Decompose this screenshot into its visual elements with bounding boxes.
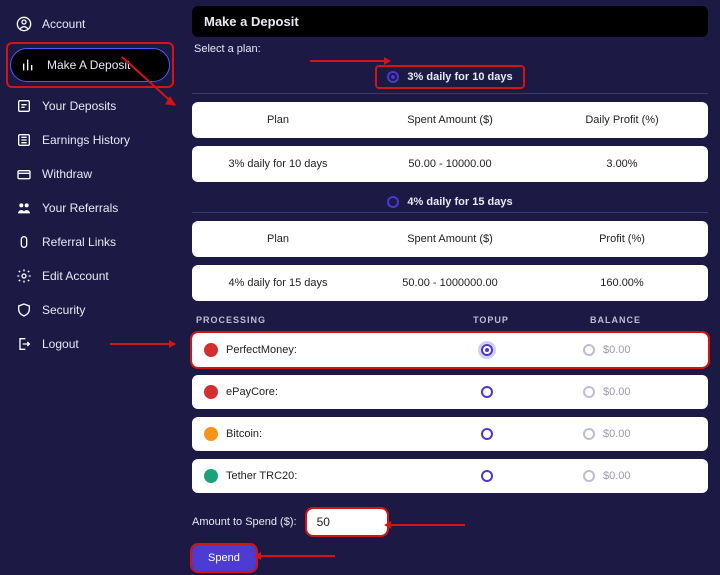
processor-balance: $0.00 xyxy=(603,470,631,482)
cell-plan: 3% daily for 10 days xyxy=(192,158,364,170)
radio-icon xyxy=(387,196,399,208)
plan-select-label: 3% daily for 10 days xyxy=(407,71,512,83)
cell-profit: 160.00% xyxy=(536,277,708,289)
plan-select-label: 4% daily for 15 days xyxy=(407,196,512,208)
plan-select-1[interactable]: 3% daily for 10 days xyxy=(192,61,708,94)
header-processing: PROCESSING xyxy=(192,315,432,325)
processor-balance: $0.00 xyxy=(603,344,631,356)
referrals-icon xyxy=(16,200,32,216)
sidebar-item-label: Edit Account xyxy=(42,269,109,283)
col-profit: Profit (%) xyxy=(536,233,708,245)
sidebar-item-label: Security xyxy=(42,303,85,317)
annotation-arrow xyxy=(120,55,180,115)
radio-icon[interactable] xyxy=(583,344,595,356)
user-circle-icon xyxy=(16,16,32,32)
sidebar-item-label: Logout xyxy=(42,337,79,351)
sidebar-item-label: Your Deposits xyxy=(42,99,116,113)
sidebar-item-label: Account xyxy=(42,17,85,31)
page-title: Make a Deposit xyxy=(192,6,708,37)
sidebar-item-withdraw[interactable]: Withdraw xyxy=(6,158,174,190)
sidebar-item-label: Withdraw xyxy=(42,167,92,181)
perfectmoney-icon xyxy=(204,343,218,357)
chart-icon xyxy=(21,57,37,73)
cell-plan: 4% daily for 15 days xyxy=(192,277,364,289)
sidebar-item-account[interactable]: Account xyxy=(6,8,174,40)
processor-bitcoin[interactable]: Bitcoin: $0.00 xyxy=(192,417,708,451)
sidebar-item-your-referrals[interactable]: Your Referrals xyxy=(6,192,174,224)
sidebar-item-earnings-history[interactable]: Earnings History xyxy=(6,124,174,156)
plan-data-row: 3% daily for 10 days 50.00 - 10000.00 3.… xyxy=(192,146,708,182)
radio-icon[interactable] xyxy=(583,428,595,440)
amount-input[interactable] xyxy=(307,509,387,535)
spend-button[interactable]: Spend xyxy=(192,545,256,571)
col-plan: Plan xyxy=(192,114,364,126)
col-profit: Daily Profit (%) xyxy=(536,114,708,126)
main-content: Make a Deposit Select a plan: 3% daily f… xyxy=(180,0,720,575)
epaycore-icon xyxy=(204,385,218,399)
sidebar-item-referral-links[interactable]: Referral Links xyxy=(6,226,174,258)
annotation-arrow xyxy=(110,343,170,345)
sidebar-item-edit-account[interactable]: Edit Account xyxy=(6,260,174,292)
history-icon xyxy=(16,132,32,148)
processor-balance: $0.00 xyxy=(603,428,631,440)
plan-select-2[interactable]: 4% daily for 15 days xyxy=(192,192,708,213)
processor-balance: $0.00 xyxy=(603,386,631,398)
sidebar-item-label: Earnings History xyxy=(42,133,130,147)
radio-icon xyxy=(387,71,399,83)
plan-block-2: 4% daily for 15 days Plan Spent Amount (… xyxy=(192,192,708,301)
annotation-arrow xyxy=(260,555,335,557)
sidebar-item-label: Make A Deposit xyxy=(47,58,130,72)
processor-name: Tether TRC20: xyxy=(226,470,297,482)
processor-tether-trc20[interactable]: Tether TRC20: $0.00 xyxy=(192,459,708,493)
shield-icon xyxy=(16,302,32,318)
link-icon xyxy=(16,234,32,250)
deposits-icon xyxy=(16,98,32,114)
col-spent: Spent Amount ($) xyxy=(364,233,536,245)
amount-row: Amount to Spend ($): xyxy=(192,509,708,535)
radio-icon[interactable] xyxy=(481,386,493,398)
radio-icon[interactable] xyxy=(481,428,493,440)
annotation-arrow xyxy=(390,524,465,526)
tether-icon xyxy=(204,469,218,483)
radio-icon[interactable] xyxy=(583,470,595,482)
plan-header-row: Plan Spent Amount ($) Profit (%) xyxy=(192,221,708,257)
plan-header-row: Plan Spent Amount ($) Daily Profit (%) xyxy=(192,102,708,138)
amount-label: Amount to Spend ($): xyxy=(192,516,297,528)
header-balance: BALANCE xyxy=(550,315,708,325)
page-subtitle: Select a plan: xyxy=(194,43,706,55)
processor-epaycore[interactable]: ePayCore: $0.00 xyxy=(192,375,708,409)
bitcoin-icon xyxy=(204,427,218,441)
processor-name: PerfectMoney: xyxy=(226,344,297,356)
radio-icon[interactable] xyxy=(583,386,595,398)
sidebar-item-label: Your Referrals xyxy=(42,201,118,215)
processor-name: Bitcoin: xyxy=(226,428,262,440)
plan-data-row: 4% daily for 15 days 50.00 - 1000000.00 … xyxy=(192,265,708,301)
col-plan: Plan xyxy=(192,233,364,245)
sidebar-item-security[interactable]: Security xyxy=(6,294,174,326)
radio-icon[interactable] xyxy=(481,344,493,356)
plan-block-1: 3% daily for 10 days Plan Spent Amount (… xyxy=(192,61,708,182)
cell-spent: 50.00 - 10000.00 xyxy=(364,158,536,170)
processor-headers: PROCESSING TOPUP BALANCE xyxy=(192,315,708,325)
radio-icon[interactable] xyxy=(481,470,493,482)
cell-spent: 50.00 - 1000000.00 xyxy=(364,277,536,289)
processor-name: ePayCore: xyxy=(226,386,278,398)
sidebar-item-label: Referral Links xyxy=(42,235,116,249)
header-topup: TOPUP xyxy=(432,315,550,325)
withdraw-icon xyxy=(16,166,32,182)
gear-icon xyxy=(16,268,32,284)
annotation-highlight-spend: Spend xyxy=(192,545,256,571)
col-spent: Spent Amount ($) xyxy=(364,114,536,126)
processor-perfectmoney[interactable]: PerfectMoney: $0.00 xyxy=(192,333,708,367)
logout-icon xyxy=(16,336,32,352)
annotation-arrow xyxy=(310,60,385,62)
cell-profit: 3.00% xyxy=(536,158,708,170)
